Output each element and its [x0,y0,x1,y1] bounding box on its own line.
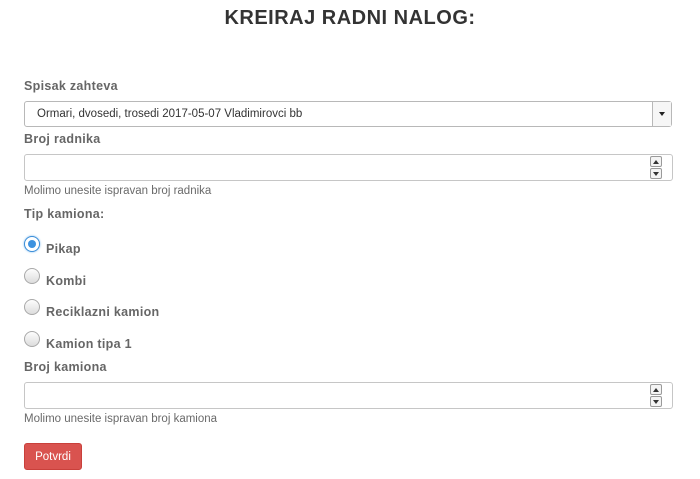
radio-kamion-tipa-1[interactable] [24,331,40,347]
arrow-down-icon [653,399,659,404]
request-list-label: Spisak zahteva [24,79,118,93]
worker-count-input[interactable] [24,154,673,181]
arrow-up-icon [653,387,659,392]
radio-option-kamion-tipa-1[interactable]: Kamion tipa 1 [24,331,132,352]
truck-count-decrement-button[interactable] [650,396,662,407]
radio-pikap[interactable] [24,236,40,252]
radio-option-reciklazni-kamion[interactable]: Reciklazni kamion [24,299,160,320]
truck-type-label: Tip kamiona: [24,207,105,221]
worker-count-help-text: Molimo unesite ispravan broj radnika [24,185,212,197]
page-title: KREIRAJ RADNI NALOG: [224,7,476,29]
radio-label-kombi: Kombi [46,274,87,288]
request-list-select[interactable]: Ormari, dvosedi, trosedi 2017-05-07 Vlad… [24,101,672,127]
radio-label-reciklazni-kamion: Reciklazni kamion [46,305,160,319]
submit-button[interactable]: Potvrdi [24,443,82,470]
arrow-down-icon [653,171,659,176]
chevron-down-icon [659,112,665,116]
radio-label-kamion-tipa-1: Kamion tipa 1 [46,337,132,351]
radio-option-kombi[interactable]: Kombi [24,268,87,289]
worker-count-increment-button[interactable] [650,156,662,167]
radio-kombi[interactable] [24,268,40,284]
truck-count-label: Broj kamiona [24,360,107,374]
truck-count-input[interactable] [24,382,673,409]
request-list-selected-value: Ormari, dvosedi, trosedi 2017-05-07 Vlad… [37,108,303,120]
radio-label-pikap: Pikap [46,242,81,256]
select-dropdown-button[interactable] [652,102,671,126]
arrow-up-icon [653,159,659,164]
truck-count-spinner [650,384,662,407]
radio-option-pikap[interactable]: Pikap [24,236,81,257]
truck-count-help-text: Molimo unesite ispravan broj kamiona [24,413,218,425]
worker-count-label: Broj radnika [24,132,101,146]
worker-count-decrement-button[interactable] [650,168,662,179]
worker-count-spinner [650,156,662,179]
truck-count-increment-button[interactable] [650,384,662,395]
radio-reciklazni-kamion[interactable] [24,299,40,315]
